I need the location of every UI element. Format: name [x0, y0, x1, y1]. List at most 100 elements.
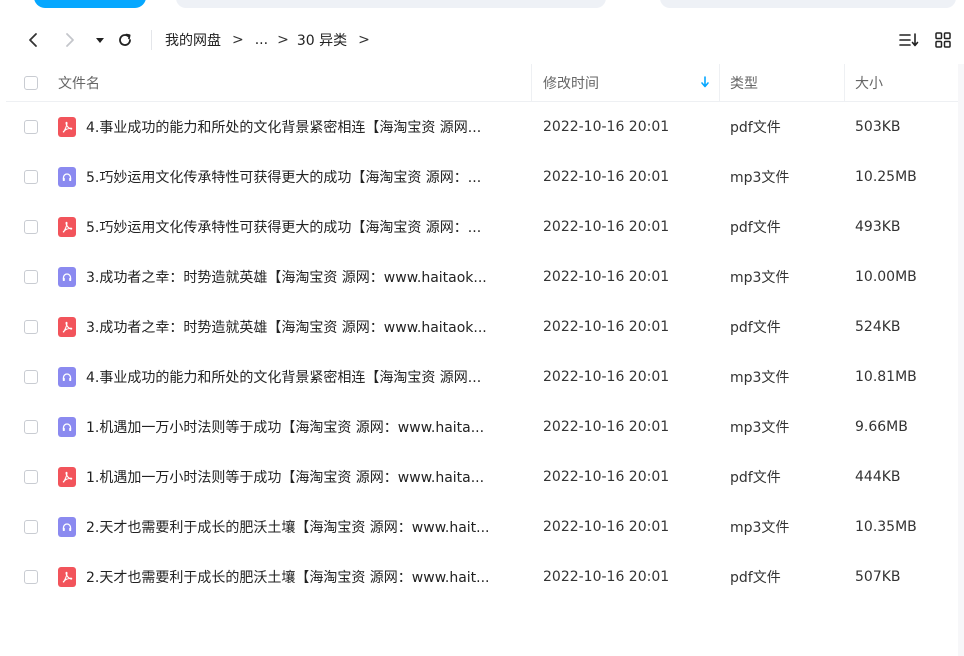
- row-check-cell: [6, 452, 50, 502]
- arrow-down-icon: [700, 75, 710, 91]
- file-size: 503KB: [855, 119, 901, 135]
- row-name-cell[interactable]: 2.天才也需要利于成长的肥沃土壤【海淘宝资 源网：www.hait...: [50, 502, 532, 552]
- breadcrumb-item-root[interactable]: 我的网盘: [165, 30, 221, 50]
- pdf-file-icon: [58, 317, 76, 337]
- table-row[interactable]: 3.成功者之幸：时势造就英雄【海淘宝资 源网：www.haitaok... 202…: [6, 302, 958, 352]
- row-checkbox[interactable]: [24, 470, 38, 484]
- navigation-bar: 我的网盘 > ... > 30 异类 >: [0, 18, 964, 62]
- row-checkbox[interactable]: [24, 270, 38, 284]
- row-check-cell: [6, 202, 50, 252]
- breadcrumb-item-ellipsis[interactable]: ...: [255, 32, 268, 48]
- audio-file-icon: [58, 167, 76, 187]
- column-header-type[interactable]: 类型: [720, 63, 845, 102]
- row-check-cell: [6, 502, 50, 552]
- modified-time: 2022-10-16 20:01: [543, 169, 670, 185]
- column-header-name-label: 文件名: [58, 75, 100, 92]
- view-toggle-button[interactable]: [931, 28, 955, 52]
- row-time-cell: 2022-10-16 20:01: [532, 102, 720, 152]
- file-type: mp3文件: [730, 370, 790, 386]
- modified-time: 2022-10-16 20:01: [543, 419, 670, 435]
- table-row[interactable]: 5.巧妙运用文化传承特性可获得更大的成功【海淘宝资 源网：... 2022-10-…: [6, 202, 958, 252]
- row-name-cell[interactable]: 4.事业成功的能力和所处的文化背景紧密相连【海淘宝资 源网...: [50, 102, 532, 152]
- row-name-cell[interactable]: 1.机遇加一万小时法则等于成功【海淘宝资 源网：www.haita...: [50, 402, 532, 452]
- column-header-name[interactable]: 文件名: [50, 63, 532, 102]
- table-row[interactable]: 1.机遇加一万小时法则等于成功【海淘宝资 源网：www.haita... 2022…: [6, 452, 958, 502]
- row-checkbox[interactable]: [24, 170, 38, 184]
- row-checkbox[interactable]: [24, 120, 38, 134]
- upload-button[interactable]: [34, 0, 146, 8]
- column-header-size-label: 大小: [855, 75, 883, 92]
- column-header-size[interactable]: 大小: [845, 64, 958, 102]
- select-all-cell: [6, 64, 50, 102]
- audio-file-icon: [58, 267, 76, 287]
- row-name-cell[interactable]: 5.巧妙运用文化传承特性可获得更大的成功【海淘宝资 源网：...: [50, 202, 532, 252]
- row-check-cell: [6, 302, 50, 352]
- file-name[interactable]: 3.成功者之幸：时势造就英雄【海淘宝资 源网：www.haitaok...: [86, 317, 487, 337]
- file-name[interactable]: 4.事业成功的能力和所处的文化背景紧密相连【海淘宝资 源网...: [86, 367, 481, 387]
- file-name[interactable]: 2.天才也需要利于成长的肥沃土壤【海淘宝资 源网：www.hait...: [86, 517, 490, 537]
- history-dropdown-button[interactable]: [88, 28, 112, 52]
- file-name[interactable]: 4.事业成功的能力和所处的文化背景紧密相连【海淘宝资 源网...: [86, 117, 481, 137]
- file-name[interactable]: 2.天才也需要利于成长的肥沃土壤【海淘宝资 源网：www.hait...: [86, 567, 490, 587]
- table-row[interactable]: 3.成功者之幸：时势造就英雄【海淘宝资 源网：www.haitaok... 202…: [6, 252, 958, 302]
- row-checkbox[interactable]: [24, 520, 38, 534]
- row-checkbox[interactable]: [24, 420, 38, 434]
- row-size-cell: 10.25MB: [845, 152, 958, 202]
- row-check-cell: [6, 252, 50, 302]
- select-all-checkbox[interactable]: [24, 75, 38, 90]
- audio-file-icon: [58, 417, 76, 437]
- file-size: 10.25MB: [855, 169, 917, 185]
- pdf-file-icon: [58, 217, 76, 237]
- row-name-cell[interactable]: 3.成功者之幸：时势造就英雄【海淘宝资 源网：www.haitaok...: [50, 252, 532, 302]
- file-size: 507KB: [855, 569, 901, 585]
- modified-time: 2022-10-16 20:01: [543, 519, 670, 535]
- row-time-cell: 2022-10-16 20:01: [532, 202, 720, 252]
- breadcrumb-item-current[interactable]: 30 异类: [297, 30, 347, 50]
- caret-down-icon: [96, 38, 104, 43]
- file-name[interactable]: 1.机遇加一万小时法则等于成功【海淘宝资 源网：www.haita...: [86, 417, 484, 437]
- top-right-bar[interactable]: [660, 0, 956, 8]
- row-check-cell: [6, 552, 50, 602]
- table-row[interactable]: 2.天才也需要利于成长的肥沃土壤【海淘宝资 源网：www.hait... 2022…: [6, 502, 958, 552]
- pdf-file-icon: [58, 467, 76, 487]
- table-row[interactable]: 4.事业成功的能力和所处的文化背景紧密相连【海淘宝资 源网... 2022-10-…: [6, 102, 958, 152]
- column-header-time[interactable]: 修改时间: [532, 63, 720, 102]
- table-row[interactable]: 5.巧妙运用文化传承特性可获得更大的成功【海淘宝资 源网：... 2022-10-…: [6, 152, 958, 202]
- sort-button[interactable]: [897, 28, 921, 52]
- file-name[interactable]: 1.机遇加一万小时法则等于成功【海淘宝资 源网：www.haita...: [86, 467, 484, 487]
- modified-time: 2022-10-16 20:01: [543, 119, 670, 135]
- row-checkbox[interactable]: [24, 370, 38, 384]
- row-name-cell[interactable]: 4.事业成功的能力和所处的文化背景紧密相连【海淘宝资 源网...: [50, 352, 532, 402]
- table-row[interactable]: 2.天才也需要利于成长的肥沃土壤【海淘宝资 源网：www.hait... 2022…: [6, 552, 958, 602]
- back-button[interactable]: [21, 28, 45, 52]
- row-type-cell: pdf文件: [720, 552, 845, 602]
- row-type-cell: pdf文件: [720, 102, 845, 152]
- file-name[interactable]: 3.成功者之幸：时势造就英雄【海淘宝资 源网：www.haitaok...: [86, 267, 487, 287]
- chevron-left-icon: [29, 33, 37, 47]
- table-row[interactable]: 1.机遇加一万小时法则等于成功【海淘宝资 源网：www.haita... 2022…: [6, 402, 958, 452]
- refresh-button[interactable]: [113, 28, 137, 52]
- search-box[interactable]: [176, 0, 606, 8]
- pdf-file-icon: [58, 117, 76, 137]
- row-checkbox[interactable]: [24, 320, 38, 334]
- file-type: mp3文件: [730, 170, 790, 186]
- row-time-cell: 2022-10-16 20:01: [532, 302, 720, 352]
- row-size-cell: 10.81MB: [845, 352, 958, 402]
- file-name[interactable]: 5.巧妙运用文化传承特性可获得更大的成功【海淘宝资 源网：...: [86, 217, 481, 237]
- row-type-cell: pdf文件: [720, 202, 845, 252]
- forward-button[interactable]: [58, 28, 82, 52]
- file-type: mp3文件: [730, 270, 790, 286]
- row-checkbox[interactable]: [24, 220, 38, 234]
- pdf-file-icon: [58, 567, 76, 587]
- row-name-cell[interactable]: 2.天才也需要利于成长的肥沃土壤【海淘宝资 源网：www.hait...: [50, 552, 532, 602]
- row-checkbox[interactable]: [24, 570, 38, 584]
- scrollbar-track[interactable]: [958, 64, 964, 656]
- grid-view-icon: [935, 32, 951, 48]
- row-name-cell[interactable]: 1.机遇加一万小时法则等于成功【海淘宝资 源网：www.haita...: [50, 452, 532, 502]
- row-name-cell[interactable]: 5.巧妙运用文化传承特性可获得更大的成功【海淘宝资 源网：...: [50, 152, 532, 202]
- nav-divider: [151, 30, 152, 50]
- modified-time: 2022-10-16 20:01: [543, 219, 670, 235]
- file-name[interactable]: 5.巧妙运用文化传承特性可获得更大的成功【海淘宝资 源网：...: [86, 167, 481, 187]
- row-name-cell[interactable]: 3.成功者之幸：时势造就英雄【海淘宝资 源网：www.haitaok...: [50, 302, 532, 352]
- table-row[interactable]: 4.事业成功的能力和所处的文化背景紧密相连【海淘宝资 源网... 2022-10-…: [6, 352, 958, 402]
